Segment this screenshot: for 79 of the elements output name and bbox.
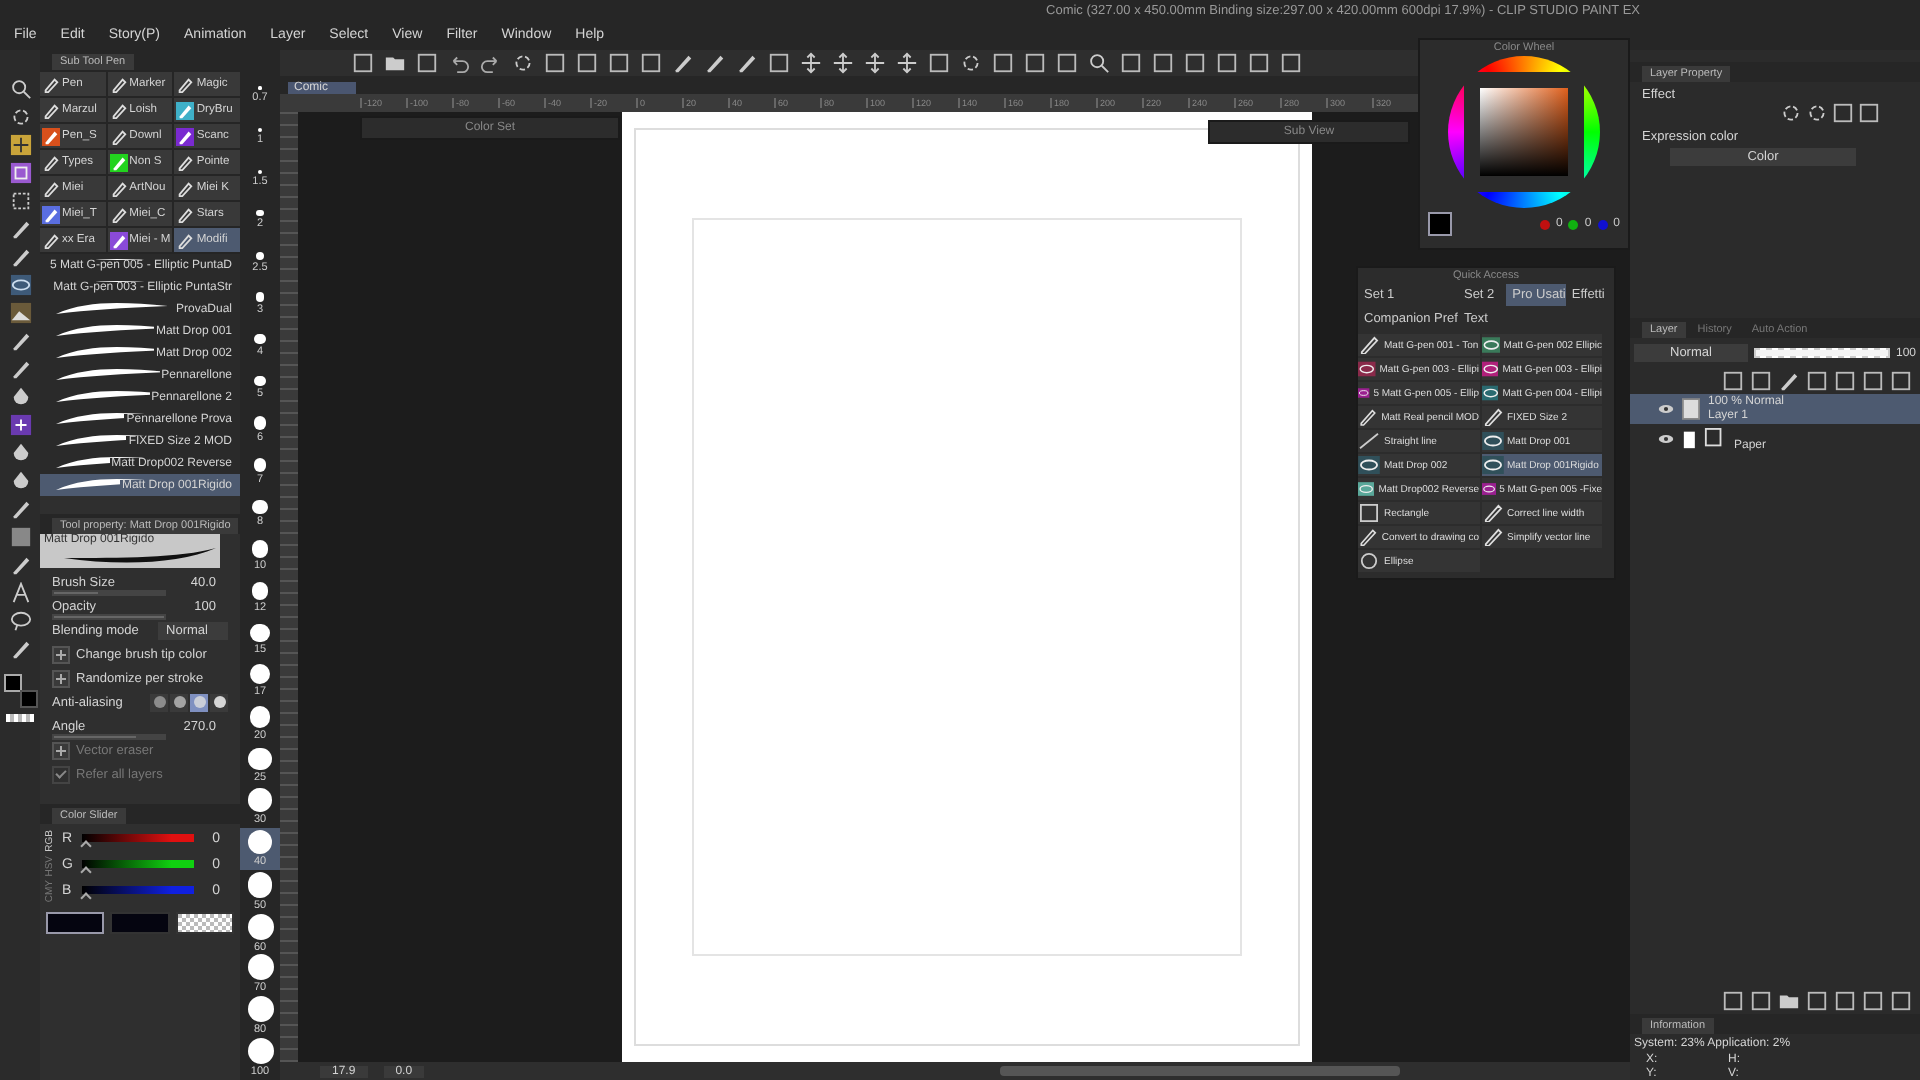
color-slider-track[interactable] (82, 834, 194, 842)
square-icon[interactable] (1750, 370, 1772, 392)
horizontal-scrollbar[interactable] (1000, 1066, 1401, 1076)
square-icon[interactable] (1890, 370, 1912, 392)
square-icon[interactable] (1056, 52, 1078, 74)
square-icon[interactable] (1862, 990, 1884, 1012)
paper-icon (1682, 428, 1726, 450)
square-icon[interactable] (1862, 370, 1884, 392)
undo-icon[interactable] (448, 52, 470, 74)
square-icon[interactable] (544, 52, 566, 74)
square-icon[interactable] (1152, 52, 1174, 74)
slider-thumb[interactable] (80, 892, 92, 904)
square-icon[interactable] (1248, 52, 1270, 74)
square-icon[interactable] (1722, 990, 1744, 1012)
sub-color-swatch[interactable] (110, 912, 170, 935)
square-icon[interactable] (1806, 990, 1828, 1012)
expand-toggle[interactable] (52, 669, 70, 687)
square-icon[interactable] (352, 52, 374, 74)
main-color-swatch[interactable] (3, 674, 21, 692)
arrows-icon[interactable] (832, 52, 854, 74)
square-icon[interactable] (1024, 52, 1046, 74)
transparent-swatch[interactable] (175, 912, 234, 935)
lasso-icon[interactable] (9, 274, 31, 296)
dashed-icon[interactable] (9, 190, 31, 212)
plus-icon[interactable] (9, 414, 31, 436)
image-icon[interactable] (9, 302, 31, 324)
square-icon[interactable] (1858, 102, 1880, 124)
square-icon[interactable] (1750, 990, 1772, 1012)
square-icon[interactable] (1184, 52, 1206, 74)
color-square[interactable] (1480, 88, 1568, 176)
square-icon[interactable] (1834, 370, 1856, 392)
property-slider[interactable] (52, 590, 166, 596)
search-icon[interactable] (9, 78, 31, 100)
arrows-icon[interactable] (896, 52, 918, 74)
eye-icon[interactable] (1658, 404, 1674, 414)
line-icon (1358, 432, 1380, 450)
slider-thumb[interactable] (80, 866, 92, 878)
square-icon[interactable] (928, 52, 950, 74)
redo-icon[interactable] (480, 52, 502, 74)
arrows-icon[interactable] (800, 52, 822, 74)
eye-icon[interactable] (1658, 434, 1674, 444)
zoom-icon[interactable] (1088, 52, 1110, 74)
anti-aliasing-option[interactable] (210, 693, 228, 711)
property-slider[interactable] (52, 734, 166, 740)
square-icon[interactable] (640, 52, 662, 74)
text-tool-icon[interactable] (9, 582, 31, 604)
square-icon[interactable] (1890, 990, 1912, 1012)
square-icon[interactable] (576, 52, 598, 74)
arrows-icon[interactable] (864, 52, 886, 74)
square-icon[interactable] (768, 52, 790, 74)
gradient-icon[interactable] (9, 526, 31, 548)
anti-aliasing-option[interactable] (150, 693, 168, 711)
square-icon[interactable] (1722, 370, 1744, 392)
square-icon[interactable] (416, 52, 438, 74)
main-color-swatch[interactable] (46, 912, 105, 935)
color-slider-track[interactable] (82, 886, 194, 894)
square-icon[interactable] (1806, 370, 1828, 392)
expand-toggle[interactable] (52, 645, 70, 663)
sub-color-swatch[interactable] (19, 690, 37, 708)
square-icon[interactable] (1834, 990, 1856, 1012)
square-icon (1358, 504, 1380, 522)
main-color-swatch[interactable] (1428, 212, 1452, 236)
anti-aliasing-option[interactable] (170, 693, 188, 711)
slider-thumb[interactable] (80, 840, 92, 852)
thumbnail-icon (1682, 398, 1700, 420)
color-slider-track[interactable] (82, 860, 194, 868)
anti-aliasing-option[interactable] (190, 693, 208, 711)
select-icon[interactable] (9, 162, 31, 184)
square-icon[interactable] (1120, 52, 1142, 74)
square-icon[interactable] (608, 52, 630, 74)
circle-icon (1358, 552, 1380, 570)
move-icon[interactable] (9, 134, 31, 156)
square-icon[interactable] (1832, 102, 1854, 124)
circle-icon[interactable] (1780, 102, 1802, 124)
square-icon[interactable] (1280, 52, 1302, 74)
transparent-swatch[interactable] (6, 714, 34, 722)
square-icon[interactable] (992, 52, 1014, 74)
square-icon[interactable] (1216, 52, 1238, 74)
balloon-icon[interactable] (9, 610, 31, 632)
